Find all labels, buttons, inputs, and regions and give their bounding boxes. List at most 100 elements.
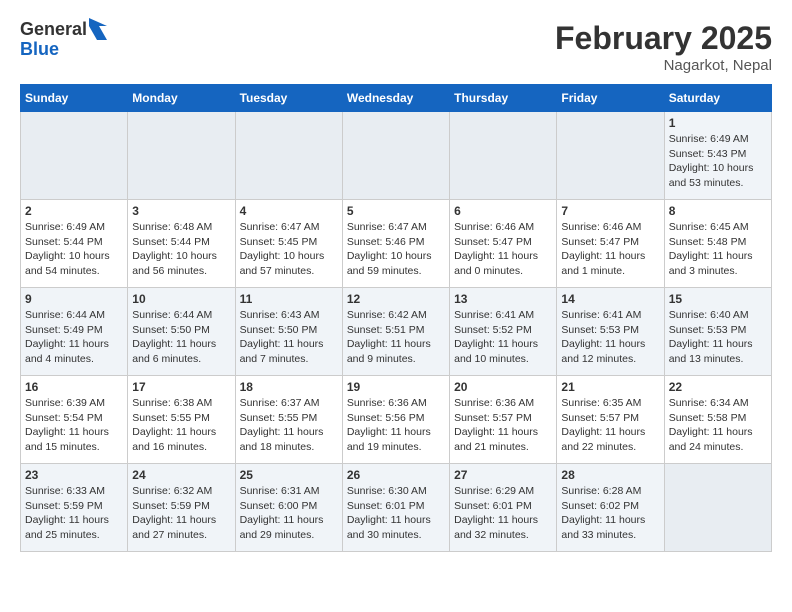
location: Nagarkot, Nepal (555, 57, 772, 74)
day-cell: 18 Sunrise: 6:37 AMSunset: 5:55 PMDayligh… (235, 376, 342, 464)
day-number: 25 (240, 468, 338, 482)
day-cell: 22 Sunrise: 6:34 AMSunset: 5:58 PMDayligh… (664, 376, 771, 464)
logo-icon (89, 18, 107, 40)
day-number: 10 (132, 292, 230, 306)
day-info: Sunrise: 6:28 AMSunset: 6:02 PMDaylight:… (561, 484, 659, 543)
day-info: Sunrise: 6:38 AMSunset: 5:55 PMDaylight:… (132, 396, 230, 455)
day-number: 1 (669, 116, 767, 130)
day-cell: 17 Sunrise: 6:38 AMSunset: 5:55 PMDayligh… (128, 376, 235, 464)
day-cell (21, 112, 128, 200)
day-cell: 15 Sunrise: 6:40 AMSunset: 5:53 PMDayligh… (664, 288, 771, 376)
week-row-1: 2 Sunrise: 6:49 AMSunset: 5:44 PMDaylight… (21, 200, 772, 288)
day-cell: 7 Sunrise: 6:46 AMSunset: 5:47 PMDaylight… (557, 200, 664, 288)
day-cell (664, 464, 771, 552)
day-info: Sunrise: 6:49 AMSunset: 5:44 PMDaylight:… (25, 220, 123, 279)
day-cell: 20 Sunrise: 6:36 AMSunset: 5:57 PMDayligh… (450, 376, 557, 464)
day-number: 24 (132, 468, 230, 482)
weekday-header-tuesday: Tuesday (235, 85, 342, 112)
day-info: Sunrise: 6:44 AMSunset: 5:50 PMDaylight:… (132, 308, 230, 367)
day-number: 23 (25, 468, 123, 482)
day-number: 5 (347, 204, 445, 218)
week-row-4: 23 Sunrise: 6:33 AMSunset: 5:59 PMDayligh… (21, 464, 772, 552)
weekday-header-thursday: Thursday (450, 85, 557, 112)
logo: General Blue (20, 20, 107, 60)
day-info: Sunrise: 6:40 AMSunset: 5:53 PMDaylight:… (669, 308, 767, 367)
day-cell (450, 112, 557, 200)
day-info: Sunrise: 6:41 AMSunset: 5:52 PMDaylight:… (454, 308, 552, 367)
day-info: Sunrise: 6:34 AMSunset: 5:58 PMDaylight:… (669, 396, 767, 455)
day-number: 15 (669, 292, 767, 306)
day-info: Sunrise: 6:41 AMSunset: 5:53 PMDaylight:… (561, 308, 659, 367)
day-cell (342, 112, 449, 200)
logo-blue: Blue (20, 40, 107, 60)
day-info: Sunrise: 6:31 AMSunset: 6:00 PMDaylight:… (240, 484, 338, 543)
day-number: 3 (132, 204, 230, 218)
weekday-header-sunday: Sunday (21, 85, 128, 112)
day-cell: 6 Sunrise: 6:46 AMSunset: 5:47 PMDaylight… (450, 200, 557, 288)
weekday-header-monday: Monday (128, 85, 235, 112)
day-info: Sunrise: 6:46 AMSunset: 5:47 PMDaylight:… (561, 220, 659, 279)
day-cell: 21 Sunrise: 6:35 AMSunset: 5:57 PMDayligh… (557, 376, 664, 464)
day-number: 21 (561, 380, 659, 394)
day-number: 16 (25, 380, 123, 394)
day-number: 20 (454, 380, 552, 394)
day-cell: 3 Sunrise: 6:48 AMSunset: 5:44 PMDaylight… (128, 200, 235, 288)
day-number: 2 (25, 204, 123, 218)
day-number: 6 (454, 204, 552, 218)
day-cell: 10 Sunrise: 6:44 AMSunset: 5:50 PMDayligh… (128, 288, 235, 376)
day-number: 18 (240, 380, 338, 394)
day-cell: 4 Sunrise: 6:47 AMSunset: 5:45 PMDaylight… (235, 200, 342, 288)
day-info: Sunrise: 6:44 AMSunset: 5:49 PMDaylight:… (25, 308, 123, 367)
day-cell: 19 Sunrise: 6:36 AMSunset: 5:56 PMDayligh… (342, 376, 449, 464)
day-info: Sunrise: 6:33 AMSunset: 5:59 PMDaylight:… (25, 484, 123, 543)
day-cell: 23 Sunrise: 6:33 AMSunset: 5:59 PMDayligh… (21, 464, 128, 552)
day-info: Sunrise: 6:32 AMSunset: 5:59 PMDaylight:… (132, 484, 230, 543)
weekday-header-saturday: Saturday (664, 85, 771, 112)
day-cell: 5 Sunrise: 6:47 AMSunset: 5:46 PMDaylight… (342, 200, 449, 288)
day-info: Sunrise: 6:47 AMSunset: 5:46 PMDaylight:… (347, 220, 445, 279)
day-cell (128, 112, 235, 200)
day-info: Sunrise: 6:48 AMSunset: 5:44 PMDaylight:… (132, 220, 230, 279)
day-number: 12 (347, 292, 445, 306)
day-number: 7 (561, 204, 659, 218)
day-number: 28 (561, 468, 659, 482)
day-cell: 9 Sunrise: 6:44 AMSunset: 5:49 PMDaylight… (21, 288, 128, 376)
day-info: Sunrise: 6:36 AMSunset: 5:57 PMDaylight:… (454, 396, 552, 455)
day-number: 17 (132, 380, 230, 394)
day-cell: 1 Sunrise: 6:49 AMSunset: 5:43 PMDaylight… (664, 112, 771, 200)
day-number: 27 (454, 468, 552, 482)
day-number: 9 (25, 292, 123, 306)
week-row-2: 9 Sunrise: 6:44 AMSunset: 5:49 PMDaylight… (21, 288, 772, 376)
day-number: 4 (240, 204, 338, 218)
day-number: 13 (454, 292, 552, 306)
day-number: 19 (347, 380, 445, 394)
day-number: 14 (561, 292, 659, 306)
day-info: Sunrise: 6:47 AMSunset: 5:45 PMDaylight:… (240, 220, 338, 279)
day-info: Sunrise: 6:35 AMSunset: 5:57 PMDaylight:… (561, 396, 659, 455)
day-cell: 16 Sunrise: 6:39 AMSunset: 5:54 PMDayligh… (21, 376, 128, 464)
day-cell: 25 Sunrise: 6:31 AMSunset: 6:00 PMDayligh… (235, 464, 342, 552)
weekday-header-friday: Friday (557, 85, 664, 112)
day-cell (235, 112, 342, 200)
day-cell: 2 Sunrise: 6:49 AMSunset: 5:44 PMDaylight… (21, 200, 128, 288)
page-header: General Blue February 2025 Nagarkot, Nep… (20, 20, 772, 74)
day-info: Sunrise: 6:49 AMSunset: 5:43 PMDaylight:… (669, 132, 767, 191)
day-cell: 26Sunrise: 6:30 AMSunset: 6:01 PMDayligh… (342, 464, 449, 552)
weekday-header-row: SundayMondayTuesdayWednesdayThursdayFrid… (21, 85, 772, 112)
day-info: Sunrise: 6:36 AMSunset: 5:56 PMDaylight:… (347, 396, 445, 455)
day-number: 22 (669, 380, 767, 394)
day-info: Sunrise: 6:37 AMSunset: 5:55 PMDaylight:… (240, 396, 338, 455)
day-cell: 13 Sunrise: 6:41 AMSunset: 5:52 PMDayligh… (450, 288, 557, 376)
day-info: Sunrise: 6:29 AMSunset: 6:01 PMDaylight:… (454, 484, 552, 543)
day-cell (557, 112, 664, 200)
day-cell: 8Sunrise: 6:45 AMSunset: 5:48 PMDaylight… (664, 200, 771, 288)
day-number: 11 (240, 292, 338, 306)
day-info: Sunrise: 6:46 AMSunset: 5:47 PMDaylight:… (454, 220, 552, 279)
weekday-header-wednesday: Wednesday (342, 85, 449, 112)
day-cell: 28 Sunrise: 6:28 AMSunset: 6:02 PMDayligh… (557, 464, 664, 552)
day-info: Sunrise: 6:42 AMSunset: 5:51 PMDaylight:… (347, 308, 445, 367)
day-info: Sunrise: 6:39 AMSunset: 5:54 PMDaylight:… (25, 396, 123, 455)
day-cell: 11Sunrise: 6:43 AMSunset: 5:50 PMDayligh… (235, 288, 342, 376)
day-cell: 27 Sunrise: 6:29 AMSunset: 6:01 PMDayligh… (450, 464, 557, 552)
week-row-0: 1 Sunrise: 6:49 AMSunset: 5:43 PMDaylight… (21, 112, 772, 200)
